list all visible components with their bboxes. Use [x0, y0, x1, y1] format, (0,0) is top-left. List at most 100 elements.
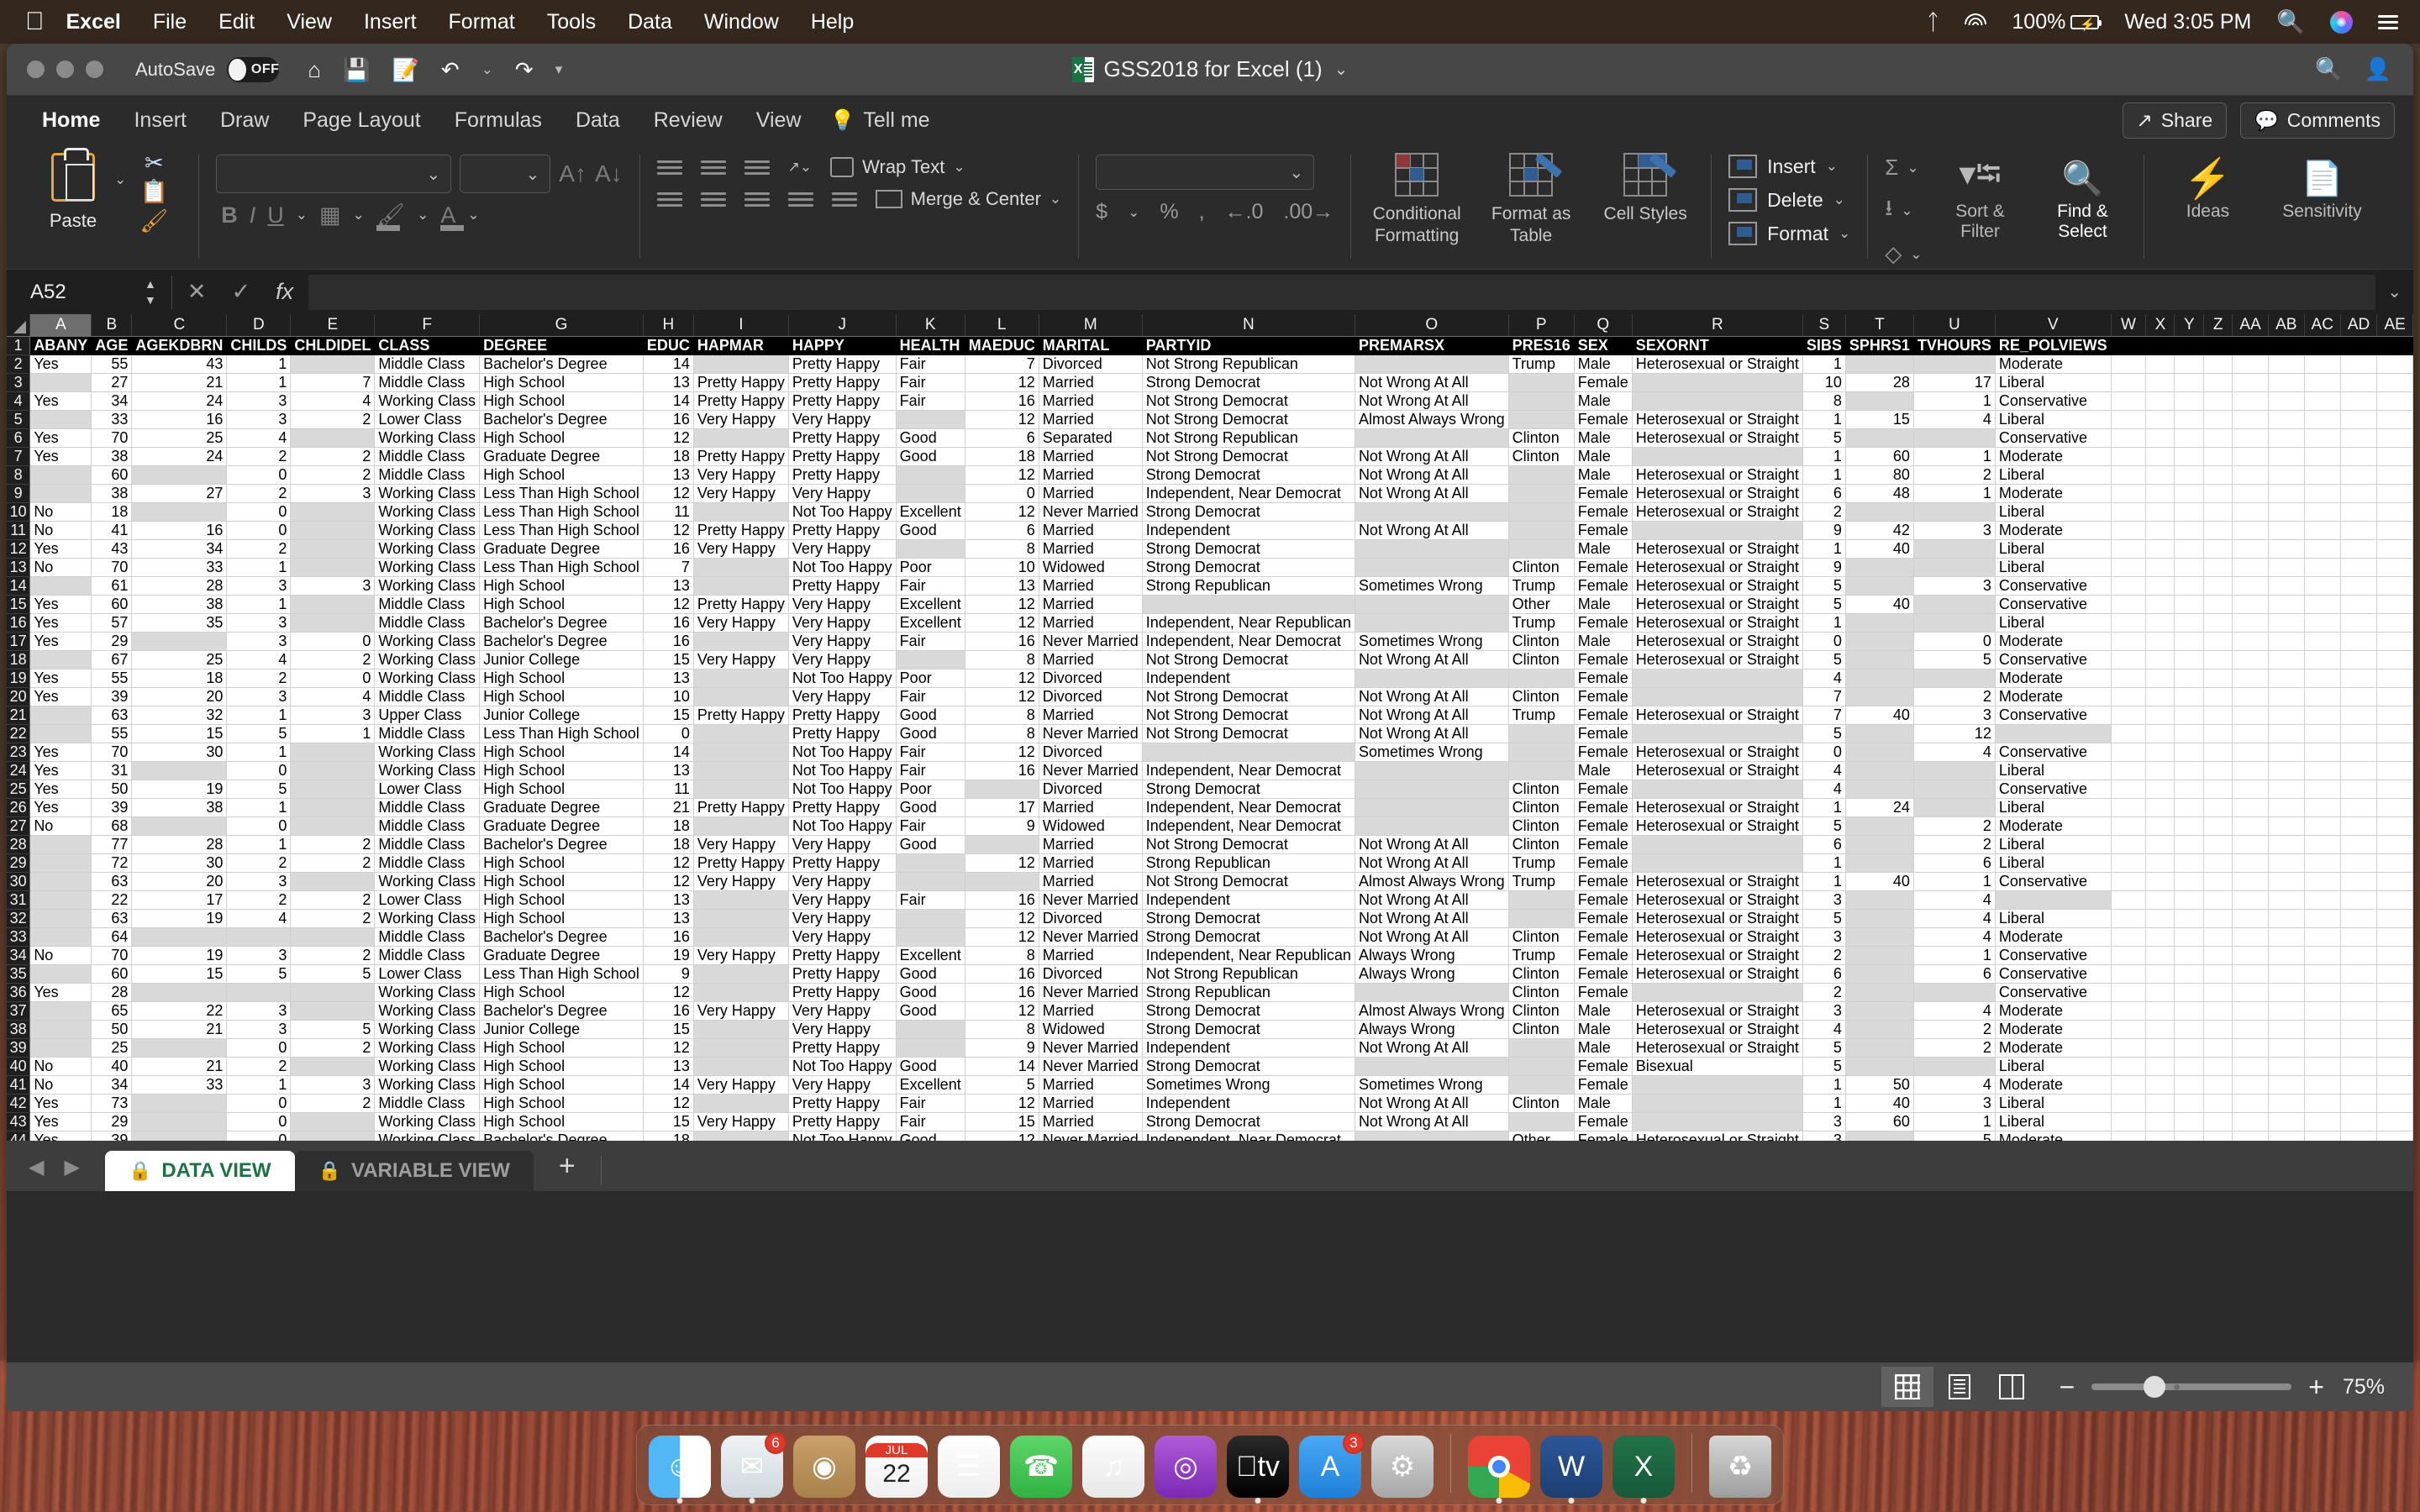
grid-cell[interactable]: High School	[480, 687, 644, 706]
grid-cell[interactable]: 38	[92, 447, 132, 465]
grid-cell[interactable]: 17	[132, 890, 227, 909]
grid-cell[interactable]: 18	[643, 835, 693, 853]
column-title-cell[interactable]: EDUC	[643, 336, 693, 354]
grid-cell[interactable]: 16	[643, 927, 693, 946]
grid-cell[interactable]	[2268, 1112, 2304, 1131]
grid-cell[interactable]: Very Happy	[788, 410, 896, 428]
grid-cell[interactable]	[2204, 1075, 2233, 1094]
grid-cell[interactable]: 8	[965, 724, 1039, 743]
grid-cell[interactable]	[2175, 946, 2204, 964]
row-header-32[interactable]: 32	[7, 909, 30, 927]
row-header-35[interactable]: 35	[7, 964, 30, 983]
grid-cell[interactable]: Very Happy	[788, 835, 896, 853]
tab-data[interactable]: Data	[559, 103, 637, 138]
grid-cell[interactable]: 5	[227, 780, 291, 798]
grid-cell[interactable]	[2233, 539, 2269, 558]
grid-cell[interactable]	[2268, 706, 2304, 724]
currency-chevron-icon[interactable]: ⌄	[1128, 204, 1139, 221]
grid-cell[interactable]: Not Wrong At All	[1355, 687, 1508, 706]
grid-cell[interactable]	[1845, 669, 1913, 687]
grid-cell[interactable]	[2204, 780, 2233, 798]
grid-cell[interactable]	[2175, 484, 2204, 502]
column-header-p[interactable]: P	[1508, 314, 1574, 336]
paste-button[interactable]: Paste	[32, 148, 114, 232]
grid-cell[interactable]: Married	[1039, 853, 1142, 872]
grid-cell[interactable]: 1	[227, 558, 291, 576]
grid-cell[interactable]	[1845, 816, 1913, 835]
grid-cell[interactable]	[2268, 558, 2304, 576]
grid-cell[interactable]: 41	[92, 521, 132, 539]
grid-cell[interactable]	[2340, 872, 2376, 890]
grid-cell[interactable]	[2175, 780, 2204, 798]
grid-cell[interactable]: 2	[1802, 946, 1845, 964]
grid-cell[interactable]	[2175, 502, 2204, 521]
row-header-27[interactable]: 27	[7, 816, 30, 835]
menu-bar-clock[interactable]: Wed 3:05 PM	[2124, 10, 2251, 34]
grid-cell[interactable]	[2268, 632, 2304, 650]
grid-cell[interactable]	[30, 484, 92, 502]
increase-decimal-icon[interactable]: ←.0	[1225, 200, 1264, 224]
grid-cell[interactable]: 3	[227, 410, 291, 428]
grid-cell[interactable]: 35	[132, 613, 227, 632]
grid-cell[interactable]: Conservative	[1995, 706, 2111, 724]
grid-cell[interactable]: Pretty Happy	[788, 724, 896, 743]
grid-cell[interactable]	[2204, 502, 2233, 521]
grid-cell[interactable]: Good	[896, 724, 965, 743]
grid-cell[interactable]	[132, 1038, 227, 1057]
grid-cell[interactable]: 14	[643, 743, 693, 761]
column-header-g[interactable]: G	[480, 314, 644, 336]
grid-cell[interactable]: Very Happy	[788, 613, 896, 632]
tab-formulas[interactable]: Formulas	[438, 103, 559, 138]
grid-cell[interactable]: Fair	[896, 890, 965, 909]
grid-cell[interactable]	[291, 1112, 375, 1131]
grid-cell[interactable]: Female	[1574, 484, 1632, 502]
grid-cell[interactable]: 12	[643, 853, 693, 872]
siri-icon[interactable]	[2330, 11, 2353, 34]
grid-cell[interactable]: 13	[643, 761, 693, 780]
grid-cell[interactable]: Female	[1574, 743, 1632, 761]
grid-cell[interactable]	[2146, 780, 2175, 798]
row-header-4[interactable]: 4	[7, 391, 30, 410]
grid-cell[interactable]	[30, 1038, 92, 1057]
grid-cell[interactable]: Working Class	[375, 1112, 480, 1131]
grid-cell[interactable]: Male	[1574, 1001, 1632, 1020]
grid-cell[interactable]	[2340, 558, 2376, 576]
grid-cell[interactable]	[2175, 964, 2204, 983]
grid-cell[interactable]: 15	[643, 650, 693, 669]
grid-cell[interactable]: Female	[1574, 872, 1632, 890]
grid-cell[interactable]: 8	[965, 706, 1039, 724]
grid-cell[interactable]	[2111, 835, 2146, 853]
grid-cell[interactable]	[2111, 428, 2146, 447]
grid-cell[interactable]	[2233, 391, 2269, 410]
grid-cell[interactable]: Never Married	[1039, 1038, 1142, 1057]
grid-cell[interactable]: 1	[1802, 798, 1845, 816]
menu-excel[interactable]: Excel	[66, 10, 121, 34]
column-title-cell[interactable]: HEALTH	[896, 336, 965, 354]
grid-cell[interactable]: 3	[1802, 927, 1845, 946]
grid-cell[interactable]: High School	[480, 1075, 644, 1094]
grid-cell[interactable]	[2377, 724, 2413, 743]
grid-cell[interactable]	[2377, 669, 2413, 687]
grid-cell[interactable]	[2175, 354, 2204, 373]
grid-cell[interactable]: 5	[1802, 816, 1845, 835]
grid-cell[interactable]	[2204, 1112, 2233, 1131]
grid-cell[interactable]	[291, 798, 375, 816]
grid-cell[interactable]	[2377, 1001, 2413, 1020]
grid-cell[interactable]: 20	[132, 687, 227, 706]
align-middle-icon[interactable]	[701, 157, 726, 178]
grid-cell[interactable]: 28	[1845, 373, 1913, 391]
grid-cell[interactable]	[693, 983, 788, 1001]
grid-cell[interactable]: 2	[227, 539, 291, 558]
grid-cell[interactable]: Less Than High School	[480, 964, 644, 983]
grid-cell[interactable]	[2304, 373, 2340, 391]
format-chevron-icon[interactable]: ⌄	[1839, 225, 1850, 242]
grid-cell[interactable]: No	[30, 558, 92, 576]
grid-cell[interactable]: Not Wrong At All	[1355, 447, 1508, 465]
grid-cell[interactable]: Pretty Happy	[693, 391, 788, 410]
grid-cell[interactable]: Conservative	[1995, 964, 2111, 983]
row-header-13[interactable]: 13	[7, 558, 30, 576]
grid-cell[interactable]	[2340, 595, 2376, 613]
grid-cell[interactable]	[2175, 576, 2204, 595]
grid-cell[interactable]: Divorced	[1039, 909, 1142, 927]
grid-cell[interactable]: Very Happy	[693, 835, 788, 853]
